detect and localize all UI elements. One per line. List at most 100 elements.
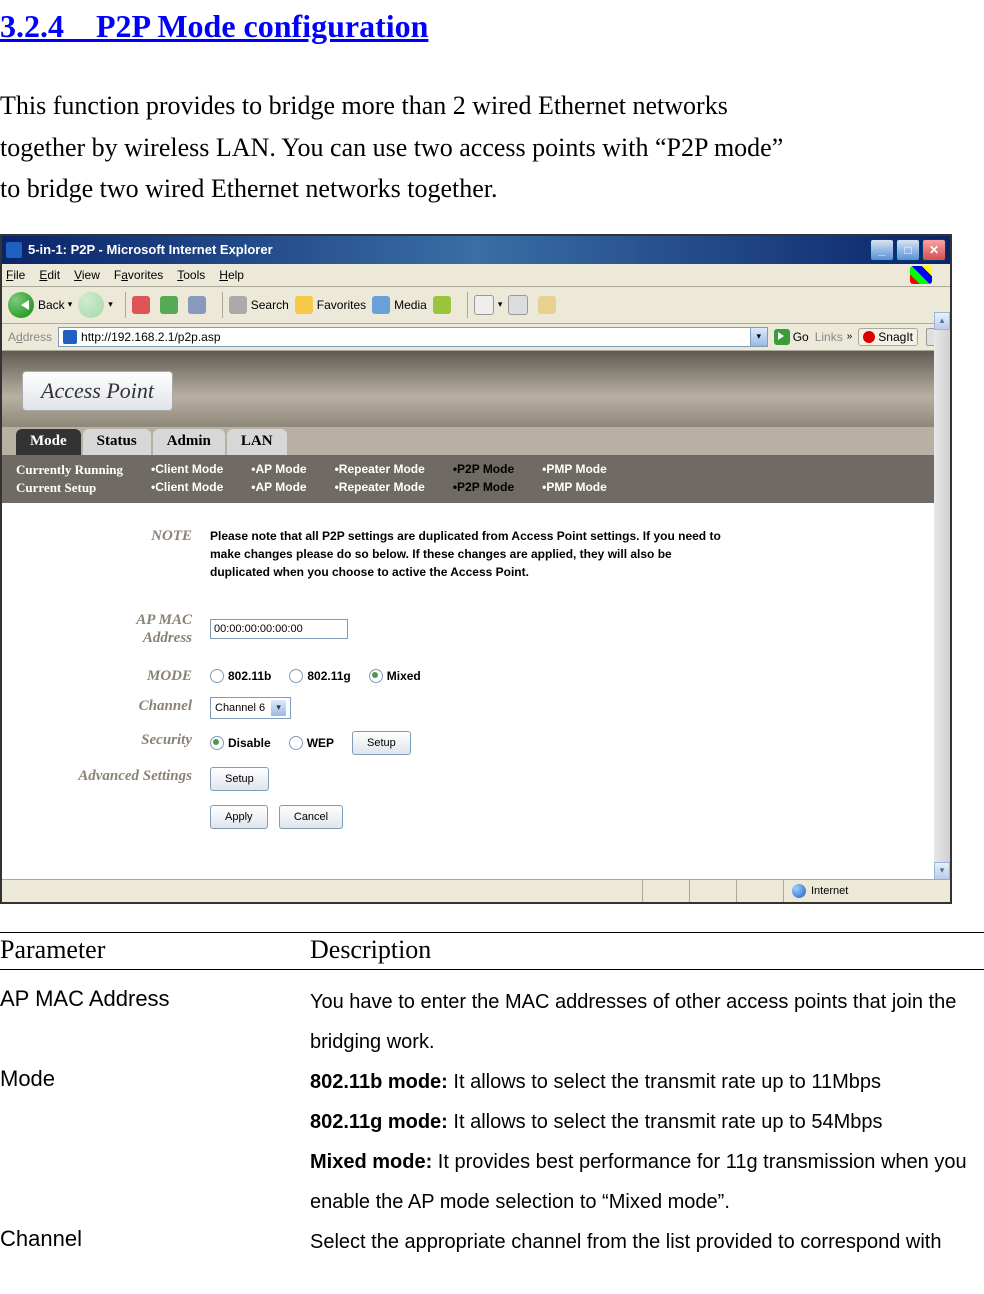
button-row: Apply Cancel — [2, 797, 950, 837]
separator — [467, 292, 468, 318]
media-label: Media — [394, 298, 427, 312]
mail-button[interactable]: ▾ — [474, 295, 503, 315]
desc-mode-t2: It allows to select the transmit rate up… — [448, 1111, 883, 1133]
print-button[interactable] — [508, 295, 532, 315]
menu-help[interactable]: Help — [219, 268, 244, 282]
status-bar: Internet — [2, 879, 950, 902]
radio-mixed[interactable] — [369, 669, 383, 683]
table-header-parameter: Parameter — [0, 935, 310, 969]
history-button[interactable] — [433, 296, 455, 314]
snagit-button[interactable]: SnagIt — [858, 328, 918, 346]
search-button[interactable]: Search — [229, 296, 289, 314]
channel-select[interactable]: Channel 6 ▾ — [210, 697, 291, 719]
go-label: Go — [793, 330, 809, 344]
favorites-button[interactable]: Favorites — [295, 296, 366, 314]
mail-icon — [474, 295, 494, 315]
apply-button[interactable]: Apply — [210, 805, 268, 829]
go-button[interactable]: Go — [774, 329, 809, 345]
current-setup-label: Current Setup — [2, 479, 137, 497]
refresh-button[interactable] — [160, 296, 182, 314]
status-cell — [642, 880, 689, 902]
mode-cell[interactable]: •Client Mode — [137, 479, 237, 497]
tab-strip: Mode Status Admin LAN — [2, 427, 950, 455]
forward-button[interactable]: ▾ — [78, 292, 113, 318]
scroll-up-icon[interactable]: ▴ — [934, 312, 950, 330]
currently-running-label: Currently Running — [2, 461, 137, 479]
back-label: Back — [38, 298, 65, 312]
back-button[interactable]: Back ▾ — [8, 292, 72, 318]
minimize-button[interactable]: _ — [870, 239, 894, 261]
mode-cell[interactable]: •AP Mode — [237, 479, 320, 497]
desc-mode-b1: 802.11b mode: — [310, 1071, 448, 1093]
menu-view[interactable]: View — [74, 268, 100, 282]
mode-cell-active[interactable]: •P2P Mode — [439, 479, 528, 497]
mode-cell-active[interactable]: •P2P Mode — [439, 461, 528, 479]
chevron-down-icon: ▾ — [108, 299, 113, 310]
menu-file[interactable]: File — [6, 268, 25, 282]
scrollbar[interactable]: ▴ ▾ — [934, 312, 950, 880]
star-icon — [295, 296, 313, 314]
back-arrow-icon — [8, 292, 34, 318]
media-icon — [372, 296, 390, 314]
channel-value: Channel 6 — [215, 702, 265, 714]
mode-cell[interactable]: •PMP Mode — [528, 461, 621, 479]
chevron-right-icon[interactable]: » — [847, 331, 853, 342]
security-label: Security — [2, 731, 210, 755]
status-cell — [689, 880, 736, 902]
table-header-description: Description — [310, 935, 984, 969]
radio-wep[interactable] — [289, 736, 303, 750]
url-text: http://192.168.2.1/p2p.asp — [81, 330, 220, 344]
mode-cell[interactable]: •Repeater Mode — [321, 461, 439, 479]
section-heading: 3.2.4 P2P Mode configuration — [0, 8, 984, 45]
radio-disable[interactable] — [210, 736, 224, 750]
home-button[interactable] — [188, 296, 210, 314]
desc-mode: 802.11b mode: It allows to select the tr… — [310, 1062, 984, 1222]
advanced-setup-button[interactable]: Setup — [210, 767, 269, 791]
address-label: Address — [8, 330, 52, 344]
mode-label: MODE — [2, 667, 210, 685]
url-dropdown-icon[interactable]: ▾ — [751, 327, 768, 347]
divider — [0, 969, 984, 970]
radio-80211g[interactable] — [289, 669, 303, 683]
mode-cell[interactable]: •PMP Mode — [528, 479, 621, 497]
search-icon — [229, 296, 247, 314]
ap-mac-label: AP MACAddress — [2, 611, 210, 647]
mode-cell[interactable]: •Repeater Mode — [321, 479, 439, 497]
mode-cell[interactable]: •Client Mode — [137, 461, 237, 479]
go-arrow-icon — [774, 329, 790, 345]
chevron-down-icon: ▾ — [271, 700, 286, 716]
section-number: 3.2.4 — [0, 8, 64, 44]
ap-mac-input[interactable] — [210, 619, 348, 639]
menu-favorites[interactable]: Favorites — [114, 268, 163, 282]
media-button[interactable]: Media — [372, 296, 427, 314]
tab-admin[interactable]: Admin — [153, 429, 225, 455]
globe-icon — [792, 884, 806, 898]
print-icon — [508, 295, 528, 315]
radio-label-80211g: 802.11g — [307, 669, 350, 683]
tab-mode[interactable]: Mode — [16, 429, 81, 455]
radio-80211b[interactable] — [210, 669, 224, 683]
favorites-label: Favorites — [317, 298, 366, 312]
mode-cell[interactable]: •AP Mode — [237, 461, 320, 479]
window-titlebar: 5-in-1: P2P - Microsoft Internet Explore… — [2, 236, 950, 264]
channel-label: Channel — [2, 697, 210, 719]
stop-button[interactable] — [132, 296, 154, 314]
close-button[interactable]: ✕ — [922, 239, 946, 261]
tab-status[interactable]: Status — [83, 429, 151, 455]
menu-tools[interactable]: Tools — [177, 268, 205, 282]
url-input[interactable]: http://192.168.2.1/p2p.asp — [58, 327, 751, 347]
address-bar: Address http://192.168.2.1/p2p.asp ▾ Go … — [2, 324, 950, 351]
tab-lan[interactable]: LAN — [227, 429, 287, 455]
menu-edit[interactable]: Edit — [39, 268, 60, 282]
toolbar: Back ▾ ▾ Search Favorites Media ▾ — [2, 287, 950, 324]
edit-button[interactable] — [538, 296, 560, 314]
maximize-button[interactable]: □ — [896, 239, 920, 261]
scroll-down-icon[interactable]: ▾ — [934, 862, 950, 880]
chevron-down-icon: ▾ — [68, 299, 73, 310]
desc-mode-b3: Mixed mode: — [310, 1151, 432, 1173]
status-zone: Internet — [783, 880, 950, 902]
links-label: Links — [815, 330, 843, 344]
cancel-button[interactable]: Cancel — [279, 805, 343, 829]
note-label: NOTE — [2, 527, 210, 581]
security-setup-button[interactable]: Setup — [352, 731, 411, 755]
